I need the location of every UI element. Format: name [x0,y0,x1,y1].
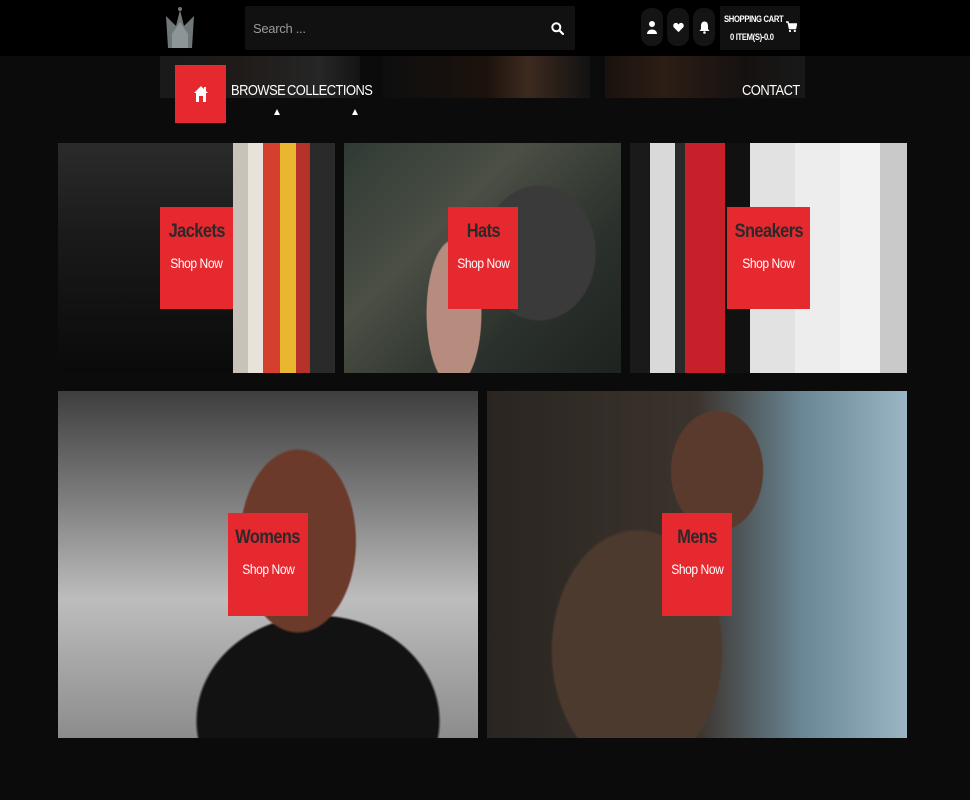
cart-title: SHOPPING CART [724,14,784,24]
nav-collections[interactable]: COLLECTIONS [287,82,373,99]
top-bar: SHOPPING CART 0 ITEM(S)-0.0 [0,0,970,56]
category-tile-jackets[interactable]: Jackets Shop Now [58,143,335,373]
tile-overlay: Sneakers Shop Now [727,207,810,309]
category-tile-sneakers[interactable]: Sneakers Shop Now [630,143,907,373]
search-bar [245,6,575,50]
banner-image [383,56,590,98]
cart-count: 0 ITEM(S)-0.0 [730,32,774,42]
home-icon [193,86,208,102]
crown-logo-icon[interactable] [162,4,198,50]
tile-title: Hats [466,221,500,242]
tile-title: Mens [677,527,717,548]
cart-icon [786,21,797,33]
shop-now-button[interactable]: Shop Now [671,561,724,577]
user-icon [647,21,657,34]
nav-browse[interactable]: BROWSE [231,82,286,99]
nav-home-button[interactable] [175,65,226,123]
tile-title: Womens [235,527,301,548]
shopping-cart-button[interactable]: SHOPPING CART 0 ITEM(S)-0.0 [720,6,800,50]
tile-title: Jackets [168,221,225,242]
tile-overlay: Hats Shop Now [448,207,518,309]
notifications-button[interactable] [693,8,715,46]
tile-title: Sneakers [734,221,803,242]
tile-overlay: Jackets Shop Now [160,207,233,309]
shop-now-button[interactable]: Shop Now [457,255,510,271]
tile-overlay: Mens Shop Now [662,513,732,616]
nav-contact[interactable]: CONTACT [742,82,800,99]
search-input[interactable] [245,6,535,50]
tile-overlay: Womens Shop Now [228,513,308,616]
account-button[interactable] [641,8,663,46]
shop-now-button[interactable]: Shop Now [170,255,223,271]
heart-icon [672,22,684,32]
shop-now-button[interactable]: Shop Now [742,255,795,271]
search-icon [550,21,564,35]
dropdown-caret-icon [352,109,358,115]
wishlist-button[interactable] [667,8,689,46]
category-tile-womens[interactable]: Womens Shop Now [58,391,478,738]
bell-icon [699,21,709,34]
category-tile-hats[interactable]: Hats Shop Now [344,143,621,373]
shop-now-button[interactable]: Shop Now [242,561,295,577]
search-button[interactable] [543,14,571,42]
dropdown-caret-icon [274,109,280,115]
category-tile-mens[interactable]: Mens Shop Now [487,391,907,738]
